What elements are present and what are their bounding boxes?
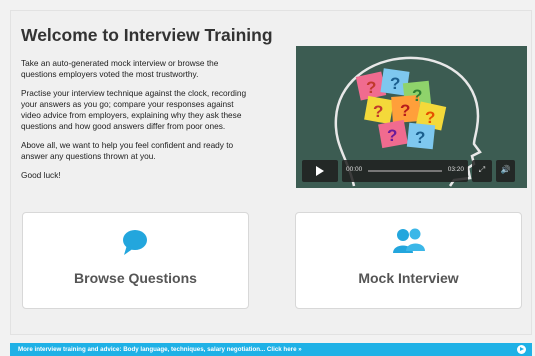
arrow-right-icon[interactable]: [517, 345, 526, 354]
current-time: 00:00: [346, 166, 363, 173]
seek-bar[interactable]: 00:00 03:20: [342, 160, 468, 182]
people-icon: [392, 228, 425, 253]
mock-interview-label: Mock Interview: [358, 270, 459, 286]
browse-questions-card[interactable]: Browse Questions: [22, 212, 249, 309]
svg-text:?: ?: [412, 86, 422, 105]
svg-text:?: ?: [366, 78, 376, 97]
volume-icon: 🔊: [500, 165, 511, 174]
video-controls: 00:00 03:20 ⤢ 🔊: [302, 160, 521, 182]
intro-paragraph: Take an auto-generated mock interview or…: [21, 58, 219, 79]
footer-text: More interview training and advice: Body…: [18, 346, 302, 353]
fullscreen-icon: ⤢: [478, 165, 486, 174]
svg-text:?: ?: [415, 128, 425, 147]
svg-text:?: ?: [373, 102, 383, 121]
intro-paragraph: Practise your interview technique agains…: [21, 88, 247, 131]
footer-link[interactable]: More interview training and advice: Body…: [10, 343, 532, 356]
svg-text:?: ?: [387, 126, 397, 145]
page-title: Welcome to Interview Training: [21, 25, 273, 45]
browse-questions-label: Browse Questions: [74, 270, 197, 286]
svg-text:?: ?: [390, 74, 400, 93]
fullscreen-button[interactable]: ⤢: [472, 160, 492, 182]
main-panel: Welcome to Interview Training Take an au…: [10, 10, 532, 335]
svg-text:?: ?: [400, 101, 410, 120]
svg-text:?: ?: [425, 108, 435, 127]
volume-button[interactable]: 🔊: [496, 160, 515, 182]
intro-text: Take an auto-generated mock interview or…: [21, 58, 253, 189]
mock-interview-card[interactable]: Mock Interview: [295, 212, 522, 309]
video-player[interactable]: ? ? ? ? ? ? ? ? 00:00 03:20 ⤢ 🔊: [296, 46, 527, 188]
duration: 03:20: [447, 166, 464, 173]
intro-paragraph: Good luck!: [21, 170, 61, 180]
seek-track[interactable]: [368, 170, 442, 172]
play-button[interactable]: [302, 160, 338, 182]
intro-paragraph: Above all, we want to help you feel conf…: [21, 140, 234, 161]
speech-bubble-icon: [122, 230, 147, 255]
